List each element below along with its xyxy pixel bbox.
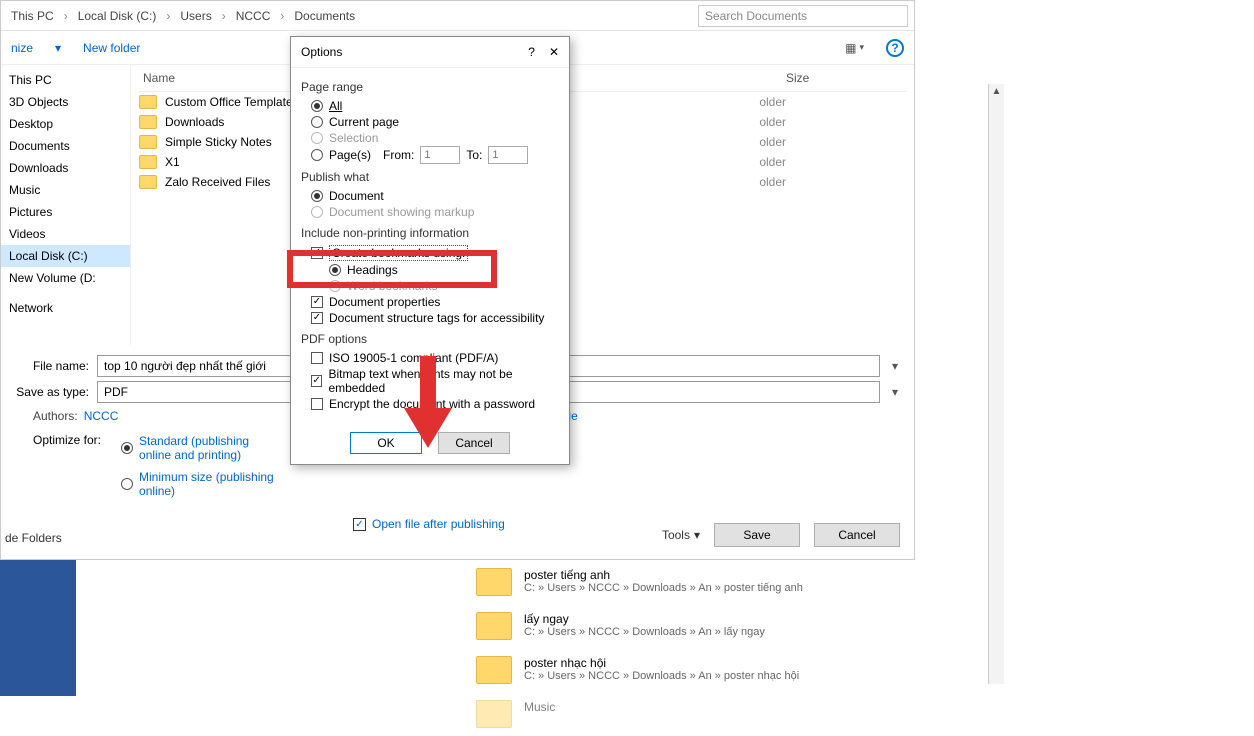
cancel-button[interactable]: Cancel	[814, 523, 900, 547]
radio-icon	[311, 100, 323, 112]
radio-icon	[329, 280, 341, 292]
folder-icon	[139, 135, 157, 149]
hide-folders-link[interactable]: de Folders	[5, 531, 62, 545]
crumb[interactable]: Documents	[290, 9, 359, 23]
range-pages-radio[interactable]: Page(s) From: 1 To: 1	[301, 146, 559, 164]
radio-icon	[311, 116, 323, 128]
optimize-min-radio[interactable]: Minimum size (publishing online)	[111, 469, 279, 499]
radio-icon	[311, 206, 323, 218]
nav-item[interactable]: This PC	[1, 69, 130, 91]
radio-icon	[311, 132, 323, 144]
new-folder-button[interactable]: New folder	[83, 41, 140, 55]
folder-icon	[476, 656, 512, 684]
word-nav-strip	[0, 560, 76, 696]
nav-item[interactable]: Downloads	[1, 157, 130, 179]
recent-item[interactable]: poster nhạc hộiC: » Users » NCCC » Downl…	[76, 648, 916, 692]
crumb[interactable]: This PC	[7, 9, 58, 23]
structure-tags-checkbox[interactable]: Document structure tags for accessibilit…	[301, 310, 559, 326]
radio-icon	[311, 149, 323, 161]
page-to-input[interactable]: 1	[488, 146, 528, 164]
bookmarks-checkbox[interactable]: Create bookmarks using:	[301, 244, 559, 262]
folder-icon	[139, 175, 157, 189]
radio-icon	[121, 442, 133, 454]
crumb[interactable]: Users	[176, 9, 215, 23]
encrypt-checkbox[interactable]: Encrypt the document with a password	[301, 396, 559, 412]
nav-item[interactable]	[1, 289, 130, 297]
help-icon[interactable]: ?	[528, 45, 535, 59]
ok-button[interactable]: OK	[350, 432, 422, 454]
crumb[interactable]: Local Disk (C:)	[74, 9, 161, 23]
folder-icon	[139, 155, 157, 169]
checkbox-icon	[311, 375, 322, 387]
breadcrumb[interactable]: This PC Local Disk (C:) Users NCCC Docum…	[1, 1, 914, 31]
dialog-title: Options	[301, 45, 342, 59]
doc-properties-checkbox[interactable]: Document properties	[301, 294, 559, 310]
publish-document-radio[interactable]: Document	[301, 188, 559, 204]
authors-link[interactable]: NCCC	[84, 409, 119, 423]
save-button[interactable]: Save	[714, 523, 800, 547]
checkbox-icon	[311, 247, 323, 259]
recent-item[interactable]: lấy ngayC: » Users » NCCC » Downloads » …	[76, 604, 916, 648]
folder-icon	[476, 568, 512, 596]
nav-item[interactable]: Desktop	[1, 113, 130, 135]
recent-item[interactable]: Music	[76, 692, 916, 736]
nav-item[interactable]: Videos	[1, 223, 130, 245]
cancel-button[interactable]: Cancel	[438, 432, 510, 454]
word-bookmarks-radio: Word bookmarks	[301, 278, 559, 294]
range-current-radio[interactable]: Current page	[301, 114, 559, 130]
crumb[interactable]: NCCC	[232, 9, 275, 23]
optimize-standard-radio[interactable]: Standard (publishing online and printing…	[111, 433, 279, 463]
radio-icon	[311, 190, 323, 202]
page-from-input[interactable]: 1	[420, 146, 460, 164]
view-options-icon[interactable]: ▦ ▾	[845, 41, 864, 55]
folder-icon	[476, 612, 512, 640]
tools-dropdown[interactable]: Tools▾	[662, 528, 700, 542]
radio-icon	[329, 264, 341, 276]
headings-radio[interactable]: Headings	[301, 262, 559, 278]
nav-item[interactable]: Documents	[1, 135, 130, 157]
radio-icon	[121, 478, 133, 490]
organize-button[interactable]: nize	[11, 41, 33, 55]
range-all-radio[interactable]: All	[301, 98, 559, 114]
scroll-up-icon[interactable]: ▲	[992, 86, 1002, 97]
bitmap-checkbox[interactable]: Bitmap text when fonts may not be embedd…	[301, 366, 559, 396]
nav-tree[interactable]: This PC 3D Objects Desktop Documents Dow…	[1, 65, 131, 345]
nav-item[interactable]: Network	[1, 297, 130, 319]
help-icon[interactable]: ?	[886, 39, 904, 57]
range-selection-radio: Selection	[301, 130, 559, 146]
iso-checkbox[interactable]: ISO 19005-1 compliant (PDF/A)	[301, 350, 559, 366]
nav-item[interactable]: Local Disk (C:)	[1, 245, 130, 267]
search-input[interactable]: Search Documents	[698, 5, 908, 27]
nav-item[interactable]: Music	[1, 179, 130, 201]
options-dialog: Options ? ✕ Page range All Current page …	[290, 36, 570, 465]
checkbox-icon	[311, 312, 323, 324]
checkbox-icon	[311, 352, 323, 364]
checkbox-icon	[311, 398, 323, 410]
folder-icon	[139, 115, 157, 129]
file-name-label: File name:	[13, 359, 89, 373]
publish-markup-radio: Document showing markup	[301, 204, 559, 220]
recent-item[interactable]: poster tiếng anhC: » Users » NCCC » Down…	[76, 560, 916, 604]
checkbox-icon	[311, 296, 323, 308]
folder-icon	[476, 700, 512, 728]
scrollbar[interactable]: ▲	[988, 84, 1004, 684]
nav-item[interactable]: New Volume (D:	[1, 267, 130, 289]
close-icon[interactable]: ✕	[549, 45, 559, 59]
save-type-label: Save as type:	[13, 385, 89, 399]
nav-item[interactable]: 3D Objects	[1, 91, 130, 113]
dialog-titlebar[interactable]: Options ? ✕	[291, 37, 569, 68]
nav-item[interactable]: Pictures	[1, 201, 130, 223]
recent-documents: poster tiếng anhC: » Users » NCCC » Down…	[76, 560, 916, 736]
folder-icon	[139, 95, 157, 109]
